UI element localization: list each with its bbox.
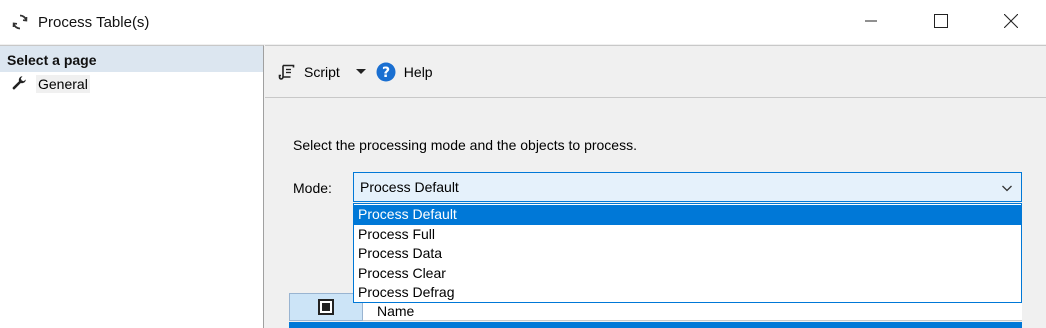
instruction-text: Select the processing mode and the objec… [293, 137, 637, 153]
close-button[interactable] [976, 0, 1046, 44]
page-item-label: General [36, 75, 90, 93]
select-page-header: Select a page [0, 46, 263, 72]
process-tables-dialog: Process Table(s) Select a page General S… [0, 0, 1046, 328]
select-all-cell[interactable] [289, 293, 363, 321]
title-bar: Process Table(s) [0, 0, 1046, 44]
minimize-button[interactable] [836, 0, 906, 44]
close-icon [1003, 13, 1019, 31]
table-row[interactable] [289, 322, 1022, 328]
mode-select-value: Process Default [360, 179, 459, 195]
mode-option-process-data[interactable]: Process Data [354, 244, 1021, 264]
mode-option-process-clear[interactable]: Process Clear [354, 264, 1021, 284]
mode-option-process-defrag[interactable]: Process Defrag [354, 283, 1021, 303]
mode-dropdown-list: Process Default Process Full Process Dat… [353, 203, 1022, 303]
maximize-icon [934, 13, 948, 31]
wrench-icon [11, 75, 27, 94]
help-icon: ? [376, 62, 396, 82]
minimize-icon [865, 14, 877, 30]
script-icon [277, 62, 297, 82]
mode-option-process-default[interactable]: Process Default [354, 205, 1021, 225]
general-page-content: Select the processing mode and the objec… [265, 99, 1046, 328]
mode-label: Mode: [293, 180, 332, 196]
refresh-cycle-icon [10, 12, 30, 32]
main-pane: Script ? Help Select the processing mode… [265, 45, 1046, 328]
chevron-down-icon [1001, 181, 1013, 197]
script-label: Script [304, 63, 340, 80]
page-selector-pane: Select a page General [0, 45, 264, 328]
select-all-checkbox[interactable] [318, 299, 334, 315]
mode-option-process-full[interactable]: Process Full [354, 225, 1021, 245]
script-dropdown-arrow[interactable] [355, 69, 366, 74]
help-button[interactable]: ? Help [376, 62, 433, 82]
window-title: Process Table(s) [38, 13, 150, 31]
maximize-button[interactable] [906, 0, 976, 44]
page-item-general[interactable]: General [0, 72, 263, 96]
toolbar: Script ? Help [265, 46, 1046, 98]
mode-select[interactable]: Process Default [353, 172, 1022, 202]
svg-text:?: ? [382, 65, 390, 81]
help-label: Help [403, 63, 433, 80]
script-button[interactable]: Script [277, 62, 340, 82]
